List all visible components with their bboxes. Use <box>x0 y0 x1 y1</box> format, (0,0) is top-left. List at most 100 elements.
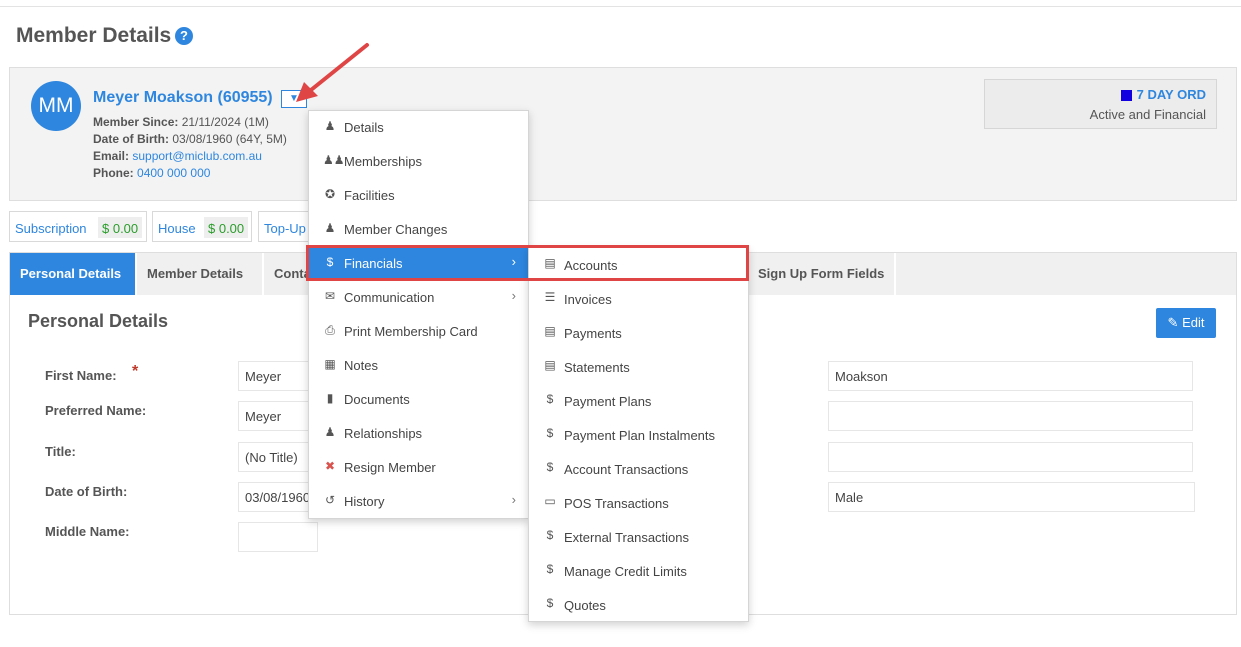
tab-contact[interactable]: Conta <box>264 253 309 295</box>
preferred-name-field[interactable]: Meyer <box>238 401 318 431</box>
users-icon: ♟♟ <box>323 153 345 167</box>
menu-item-print-membership-card[interactable]: ⎙ Print Membership Card <box>309 315 528 349</box>
page-title: Member Details <box>16 24 172 47</box>
house-balance-value: $ 0.00 <box>204 217 249 238</box>
member-dob-value: 03/08/1960 (64Y, 5M) <box>172 132 287 146</box>
middle-name-field[interactable] <box>238 522 318 552</box>
submenu-item-payment-plan-instalments[interactable]: $ Payment Plan Instalments <box>529 418 748 452</box>
member-email-label: Email: <box>93 149 130 163</box>
subscription-balance-link[interactable]: Subscription <box>15 221 87 236</box>
menu-item-memberships[interactable]: ♟♟ Memberships <box>309 145 528 179</box>
member-phone-link[interactable]: 0400 000 000 <box>137 166 210 180</box>
dollar-icon: $ <box>546 460 554 474</box>
question-circle-icon[interactable]: ? <box>175 27 193 45</box>
menu-item-member-changes[interactable]: ♟ Member Changes <box>309 213 528 247</box>
menu-item-resign-member[interactable]: ✖ Resign Member <box>309 451 528 485</box>
submenu-item-statements[interactable]: ▤ Statements <box>529 350 748 384</box>
avatar: MM <box>31 81 81 131</box>
menu-item-communication[interactable]: ✉ Communication › <box>309 281 528 315</box>
member-name-link[interactable]: Meyer Moakson (60955) <box>93 89 273 107</box>
menu-item-history[interactable]: ↺ History › <box>309 485 528 519</box>
edit-button-label: Edit <box>1182 315 1205 330</box>
first-name-field[interactable]: Meyer <box>238 361 318 391</box>
dob-label: Date of Birth: <box>45 484 128 499</box>
member-since-label: Member Since: <box>93 115 179 129</box>
member-email-link[interactable]: support@miclub.com.au <box>132 149 262 163</box>
user-icon: ♟ <box>324 119 336 133</box>
middle-name-label: Middle Name: <box>45 524 130 539</box>
edit-button[interactable]: ✎ Edit <box>1156 308 1216 338</box>
menu-item-financials[interactable]: $ Financials › <box>309 247 528 281</box>
file-text-icon: ▤ <box>544 358 556 372</box>
submenu-item-payment-plans[interactable]: $ Payment Plans <box>529 384 748 418</box>
right-field-2[interactable] <box>828 401 1193 431</box>
envelope-icon: ✉ <box>324 289 336 303</box>
membership-type[interactable]: 7 DAY ORD <box>1137 87 1206 102</box>
menu-item-facilities[interactable]: ✪ Facilities <box>309 179 528 213</box>
menu-item-notes[interactable]: ▦ Notes <box>309 349 528 383</box>
submenu-item-accounts[interactable]: ▤ Accounts <box>529 248 748 282</box>
pencil-icon: ✎ <box>1167 315 1179 330</box>
arrow-annotation <box>296 43 369 102</box>
member-phone-line: Phone: 0400 000 000 <box>93 166 210 180</box>
subscription-balance: Subscription $ 0.00 <box>9 211 147 242</box>
top-divider <box>0 6 1241 7</box>
membership-status-box: 7 DAY ORD Active and Financial <box>984 79 1217 129</box>
member-header-panel: MM Meyer Moakson (60955) ▼ Member Since:… <box>9 67 1237 201</box>
chevron-right-icon: › <box>511 254 516 269</box>
desktop-icon: ▭ <box>544 494 556 508</box>
history-icon: ↺ <box>324 493 336 507</box>
user-icon: ♟ <box>324 221 336 235</box>
bar-chart-icon: ▤ <box>544 256 556 270</box>
preferred-name-label: Preferred Name: <box>45 403 147 418</box>
submenu-item-account-transactions[interactable]: $ Account Transactions <box>529 452 748 486</box>
file-icon: ▮ <box>326 391 334 405</box>
submenu-item-quotes[interactable]: $ Quotes <box>529 588 748 622</box>
section-title: Personal Details <box>28 311 169 331</box>
submenu-item-external-transactions[interactable]: $ External Transactions <box>529 520 748 554</box>
menu-item-documents[interactable]: ▮ Documents <box>309 383 528 417</box>
right-field-3[interactable] <box>828 442 1193 472</box>
gender-select[interactable]: Male <box>828 482 1195 512</box>
submenu-item-payments[interactable]: ▤ Payments <box>529 316 748 350</box>
archive-icon: ▦ <box>324 357 336 371</box>
topup-balance-link[interactable]: Top-Up <box>264 221 306 236</box>
last-name-field[interactable]: Moakson <box>828 361 1193 391</box>
tab-member-details[interactable]: Member Details <box>137 253 262 295</box>
tab-divider <box>894 253 896 295</box>
member-phone-label: Phone: <box>93 166 134 180</box>
member-dob-label: Date of Birth: <box>93 132 169 146</box>
list-icon: ☰ <box>544 290 556 304</box>
status-color-square <box>1121 90 1132 101</box>
user-icon: ♟ <box>324 425 336 439</box>
house-balance-link[interactable]: House <box>158 221 196 236</box>
member-dob-line: Date of Birth: 03/08/1960 (64Y, 5M) <box>93 132 287 146</box>
tab-sign-up-form-fields[interactable]: Sign Up Form Fields <box>748 253 894 295</box>
dollar-icon: $ <box>326 255 334 269</box>
dollar-icon: $ <box>546 392 554 406</box>
dollar-icon: $ <box>546 596 554 610</box>
submenu-item-pos-transactions[interactable]: ▭ POS Transactions <box>529 486 748 520</box>
membership-status-text: Active and Financial <box>1089 107 1206 122</box>
file-text-icon: ▤ <box>544 324 556 338</box>
tab-personal-details[interactable]: Personal Details <box>10 253 135 295</box>
title-label: Title: <box>45 444 76 459</box>
menu-item-details[interactable]: ♟ Details <box>309 111 528 145</box>
print-icon: ⎙ <box>325 323 335 337</box>
chevron-right-icon: › <box>511 288 516 303</box>
required-indicator: * <box>132 363 139 380</box>
house-balance: House $ 0.00 <box>152 211 252 242</box>
member-actions-menu: ♟ Details ♟♟ Memberships ✪ Facilities ♟ … <box>308 110 529 519</box>
dob-field[interactable]: 03/08/1960 <box>238 482 318 512</box>
times-circle-icon: ✖ <box>324 459 336 473</box>
submenu-item-invoices[interactable]: ☰ Invoices <box>529 282 748 316</box>
financials-submenu: ▤ Accounts ☰ Invoices ▤ Payments ▤ State… <box>528 247 749 622</box>
dollar-icon: $ <box>546 426 554 440</box>
dollar-icon: $ <box>546 562 554 576</box>
submenu-item-manage-credit-limits[interactable]: $ Manage Credit Limits <box>529 554 748 588</box>
chevron-right-icon: › <box>511 492 516 507</box>
title-select[interactable]: (No Title) <box>238 442 318 472</box>
dollar-icon: $ <box>546 528 554 542</box>
menu-item-relationships[interactable]: ♟ Relationships <box>309 417 528 451</box>
member-since-value: 21/11/2024 (1M) <box>181 115 269 129</box>
